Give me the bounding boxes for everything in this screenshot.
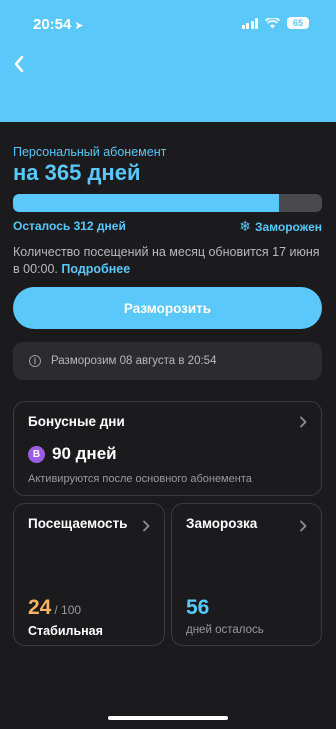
notice-text: Разморозим 08 августа в 20:54 [51, 355, 217, 367]
location-arrow-icon: ➤ [74, 20, 84, 32]
unfreeze-notice: i Разморозим 08 августа в 20:54 [13, 342, 322, 380]
home-indicator[interactable] [108, 716, 228, 720]
subscription-label: Персональный абонемент [13, 145, 167, 159]
attendance-total: / 100 [54, 603, 82, 617]
freeze-title: Заморозка [186, 516, 258, 531]
subscription-title: на 365 дней [13, 160, 141, 185]
chevron-right-icon [143, 520, 150, 532]
status-time: 20:54 ➤ [33, 16, 84, 33]
progress-fill [13, 194, 279, 212]
back-chevron-icon[interactable] [12, 54, 26, 74]
subscription-progress-bar [13, 194, 322, 212]
snowflake-icon: ❄ [239, 218, 251, 234]
attendance-label: Стабильная [28, 624, 103, 638]
attendance-value: 24/ 100 [28, 596, 81, 620]
attendance-count: 24 [28, 596, 52, 619]
wifi-icon [265, 17, 280, 28]
freeze-days-label: дней осталось [186, 624, 264, 636]
signal-icon [241, 17, 258, 29]
battery-icon: 65 [287, 17, 309, 29]
bonus-title: Бонусные дни [28, 414, 125, 429]
freeze-days-value: 56 [186, 596, 210, 619]
header-banner: 20:54 ➤ 65 [0, 0, 336, 122]
attendance-title: Посещаемость [28, 516, 128, 531]
chevron-right-icon [300, 416, 307, 428]
visits-info: Количество посещений на месяц обновится … [13, 244, 323, 278]
info-icon: i [29, 355, 41, 367]
visits-info-text: Количество посещений на месяц обновится … [13, 245, 320, 276]
freeze-card[interactable]: Заморозка 56 дней осталось [171, 503, 322, 646]
bonus-days-value: 90 дней [52, 444, 117, 463]
bonus-subtitle: Активируются после основного абонемента [28, 473, 252, 485]
days-remaining: Осталось 312 дней [13, 219, 126, 233]
bonus-days-card[interactable]: Бонусные дни B 90 дней Активируются посл… [13, 401, 322, 496]
frozen-status: ❄ Заморожен [239, 218, 322, 235]
more-link[interactable]: Подробнее [61, 262, 130, 276]
frozen-status-label: Заморожен [254, 219, 322, 234]
attendance-card[interactable]: Посещаемость 24/ 100 Стабильная [13, 503, 165, 646]
bonus-badge-icon: B [28, 446, 45, 463]
chevron-right-icon [300, 520, 307, 532]
status-indicators: 65 [241, 17, 309, 29]
unfreeze-button[interactable]: Разморозить [13, 287, 322, 329]
